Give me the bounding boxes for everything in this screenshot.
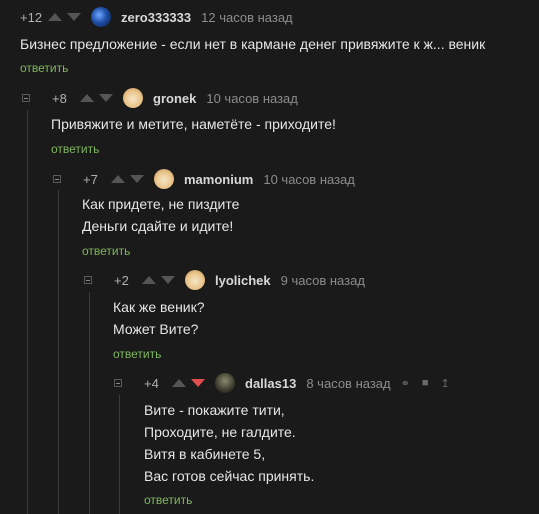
reply-link[interactable]: ответить (144, 493, 192, 507)
vote-arrows (80, 94, 113, 102)
thread-line (58, 190, 59, 514)
upvote-arrow-icon[interactable] (142, 276, 156, 284)
downvote-arrow-icon[interactable] (161, 276, 175, 284)
comment-rating: +12 (20, 9, 43, 25)
downvote-arrow-icon[interactable] (67, 13, 81, 21)
link-icon[interactable]: ⚭ (401, 377, 410, 390)
comment-header: +7 mamonium 10 часов назад (53, 169, 355, 189)
avatar[interactable] (215, 373, 235, 393)
comment-body: Вите - покажите тити, Проходите, не галд… (144, 399, 314, 487)
thread-line (89, 292, 90, 514)
upvote-arrow-icon[interactable] (111, 175, 125, 183)
comment-rating: +8 (52, 90, 67, 106)
vote-arrows (111, 175, 144, 183)
reply-link[interactable]: ответить (20, 61, 68, 75)
comment-line: Привяжите и метите, наметёте - приходите… (51, 116, 336, 132)
vote-arrows (48, 13, 81, 21)
author-name[interactable]: lyolichek (215, 273, 271, 288)
vote-arrows (172, 379, 205, 387)
comment-rating: +4 (144, 375, 159, 391)
author-name[interactable]: mamonium (184, 172, 253, 187)
comment-body: Как придете, не пиздите Деньги сдайте и … (82, 193, 239, 237)
comment-line: Как придете, не пиздите (82, 196, 240, 212)
jump-to-top-icon[interactable]: ↥ (440, 377, 449, 390)
comment-body: Как же веник? Может Вите? (113, 296, 205, 340)
vote-arrows (142, 276, 175, 284)
comment-line: Бизнес предложение - если нет в кармане … (20, 36, 486, 52)
reply-link[interactable]: ответить (113, 347, 161, 361)
upvote-arrow-icon[interactable] (172, 379, 186, 387)
downvote-arrow-icon[interactable] (130, 175, 144, 183)
comment-header: +12 zero333333 12 часов назад (20, 7, 293, 27)
comment-line: Может Вите? (113, 321, 199, 337)
comment-line: Вите - покажите тити, (144, 402, 285, 418)
reply-link[interactable]: ответить (51, 142, 99, 156)
save-icon[interactable]: ■ (422, 377, 429, 389)
comment-line: Витя в кабинете 5, (144, 446, 266, 462)
downvote-arrow-icon[interactable] (191, 379, 205, 387)
avatar[interactable] (154, 169, 174, 189)
comment-line: Вас готов сейчас принять. (144, 468, 315, 484)
timestamp[interactable]: 12 часов назад (201, 10, 293, 25)
comment-header: +4 dallas13 8 часов назад ⚭ ■ ↥ (114, 373, 462, 393)
collapse-icon[interactable] (53, 175, 61, 183)
avatar[interactable] (91, 7, 111, 27)
comment-line: Как же веник? (113, 299, 205, 315)
author-name[interactable]: gronek (153, 91, 196, 106)
timestamp[interactable]: 10 часов назад (206, 91, 298, 106)
comment-tools: ⚭ ■ ↥ (401, 377, 462, 390)
author-name[interactable]: zero333333 (121, 10, 191, 25)
comment-header: +2 lyolichek 9 часов назад (84, 270, 365, 290)
upvote-arrow-icon[interactable] (48, 13, 62, 21)
comment-line: Деньги сдайте и идите! (82, 218, 234, 234)
upvote-arrow-icon[interactable] (80, 94, 94, 102)
collapse-icon[interactable] (22, 94, 30, 102)
timestamp[interactable]: 8 часов назад (306, 376, 390, 391)
author-name[interactable]: dallas13 (245, 376, 296, 391)
downvote-arrow-icon[interactable] (99, 94, 113, 102)
thread-line (119, 395, 120, 514)
reply-link[interactable]: ответить (82, 244, 130, 258)
avatar[interactable] (123, 88, 143, 108)
comment-body: Бизнес предложение - если нет в кармане … (20, 33, 485, 55)
collapse-icon[interactable] (84, 276, 92, 284)
timestamp[interactable]: 9 часов назад (281, 273, 365, 288)
comment-rating: +2 (114, 272, 129, 288)
comment-body: Привяжите и метите, наметёте - приходите… (51, 113, 336, 135)
collapse-icon[interactable] (114, 379, 122, 387)
comment-line: Проходите, не галдите. (144, 424, 296, 440)
comment-header: +8 gronek 10 часов назад (22, 88, 298, 108)
avatar[interactable] (185, 270, 205, 290)
thread-line (27, 110, 28, 514)
comment-rating: +7 (83, 171, 98, 187)
timestamp[interactable]: 10 часов назад (263, 172, 355, 187)
